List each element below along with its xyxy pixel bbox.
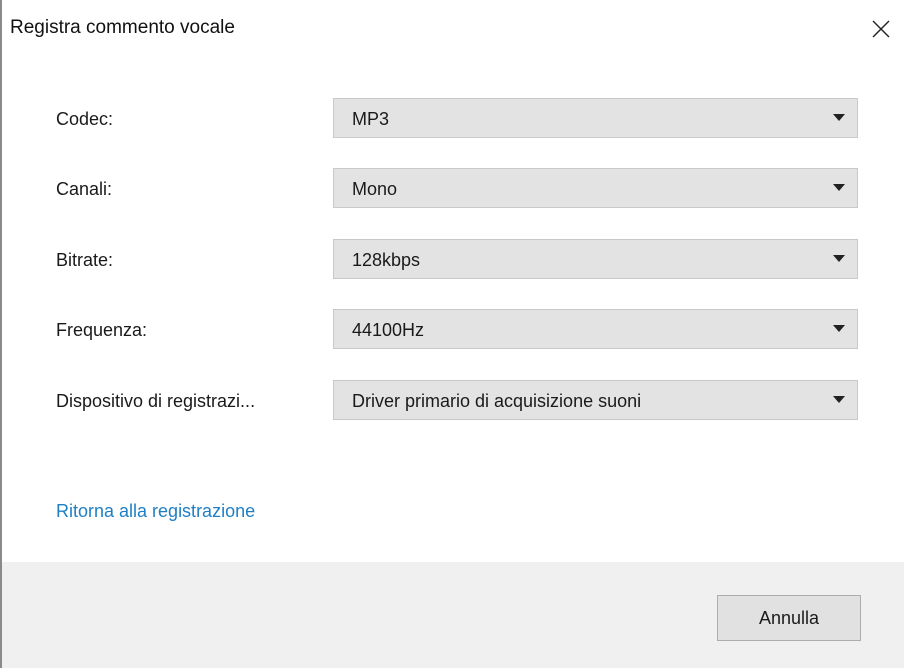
title-bar: Registra commento vocale bbox=[2, 0, 904, 60]
frequency-value: 44100Hz bbox=[352, 320, 425, 340]
bitrate-row: Bitrate: 128kbps bbox=[0, 239, 904, 281]
close-icon bbox=[872, 20, 890, 38]
channels-row: Canali: Mono bbox=[0, 168, 904, 210]
chevron-down-icon bbox=[833, 184, 845, 191]
channels-label: Canali: bbox=[56, 179, 113, 199]
codec-value: MP3 bbox=[352, 109, 390, 129]
device-value: Driver primario di acquisizione suoni bbox=[352, 391, 642, 411]
device-row: Dispositivo di registrazi... Driver prim… bbox=[0, 380, 904, 422]
cancel-button[interactable]: Annulla bbox=[717, 595, 861, 641]
codec-dropdown[interactable]: MP3 bbox=[333, 98, 858, 138]
bitrate-value: 128kbps bbox=[352, 250, 421, 270]
device-dropdown[interactable]: Driver primario di acquisizione suoni bbox=[333, 380, 858, 420]
channels-value: Mono bbox=[352, 179, 398, 199]
codec-row: Codec: MP3 bbox=[0, 98, 904, 140]
chevron-down-icon bbox=[833, 396, 845, 403]
frequency-label: Frequenza: bbox=[56, 320, 148, 340]
frequency-row: Frequenza: 44100Hz bbox=[0, 309, 904, 351]
channels-dropdown[interactable]: Mono bbox=[333, 168, 858, 208]
bitrate-dropdown[interactable]: 128kbps bbox=[333, 239, 858, 279]
close-button[interactable] bbox=[864, 12, 898, 46]
frequency-dropdown[interactable]: 44100Hz bbox=[333, 309, 858, 349]
dialog-title: Registra commento vocale bbox=[10, 17, 235, 38]
dialog-footer: Annulla bbox=[2, 562, 904, 668]
chevron-down-icon bbox=[833, 255, 845, 262]
codec-label: Codec: bbox=[56, 109, 114, 129]
device-label: Dispositivo di registrazi... bbox=[56, 391, 256, 411]
bitrate-label: Bitrate: bbox=[56, 250, 114, 270]
chevron-down-icon bbox=[833, 114, 845, 121]
return-to-recording-link[interactable]: Ritorna alla registrazione bbox=[56, 501, 255, 522]
chevron-down-icon bbox=[833, 325, 845, 332]
